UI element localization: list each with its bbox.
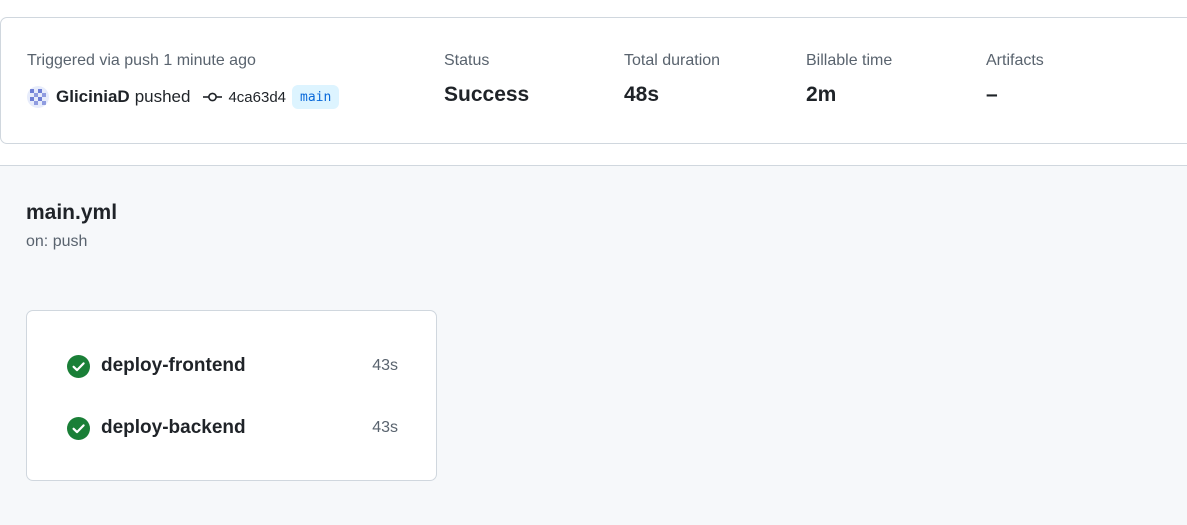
commit-sha-link[interactable]: 4ca63d4: [228, 89, 286, 106]
billable-value: 2m: [806, 83, 837, 106]
action-text: pushed: [134, 87, 191, 106]
status-label: Status: [444, 52, 490, 69]
job-name: deploy-backend: [101, 417, 246, 438]
jobs-card: deploy-frontend 43s deploy-backend 43s: [26, 310, 437, 481]
trigger-details: GliciniaD pushed 4ca63d4 main: [27, 85, 340, 109]
git-commit-icon: [203, 91, 223, 103]
workflow-file-name: main.yml: [26, 201, 118, 224]
billable-label: Billable time: [806, 52, 893, 69]
job-duration: 43s: [372, 419, 398, 436]
job-duration: 43s: [372, 357, 398, 374]
job-name: deploy-frontend: [101, 355, 246, 376]
status-value: Success: [444, 83, 530, 106]
avatar[interactable]: [27, 86, 49, 108]
artifacts-label: Artifacts: [986, 52, 1044, 69]
job-item[interactable]: deploy-frontend 43s: [67, 353, 398, 379]
check-circle-icon: [67, 354, 90, 378]
workflow-trigger: on: push: [26, 233, 88, 250]
job-item[interactable]: deploy-backend 43s: [67, 415, 398, 441]
duration-label: Total duration: [624, 52, 721, 69]
check-circle-icon: [67, 416, 90, 440]
duration-value: 48s: [624, 83, 660, 106]
run-summary-card: Triggered via push 1 minute ago Glicinia…: [0, 17, 1187, 144]
workflow-graph-area: main.yml on: push deploy-frontend 43s de…: [0, 165, 1187, 525]
artifacts-value: –: [986, 83, 998, 106]
branch-badge[interactable]: main: [292, 85, 340, 109]
trigger-label: Triggered via push 1 minute ago: [27, 52, 256, 69]
actor-link[interactable]: GliciniaD: [56, 87, 130, 107]
